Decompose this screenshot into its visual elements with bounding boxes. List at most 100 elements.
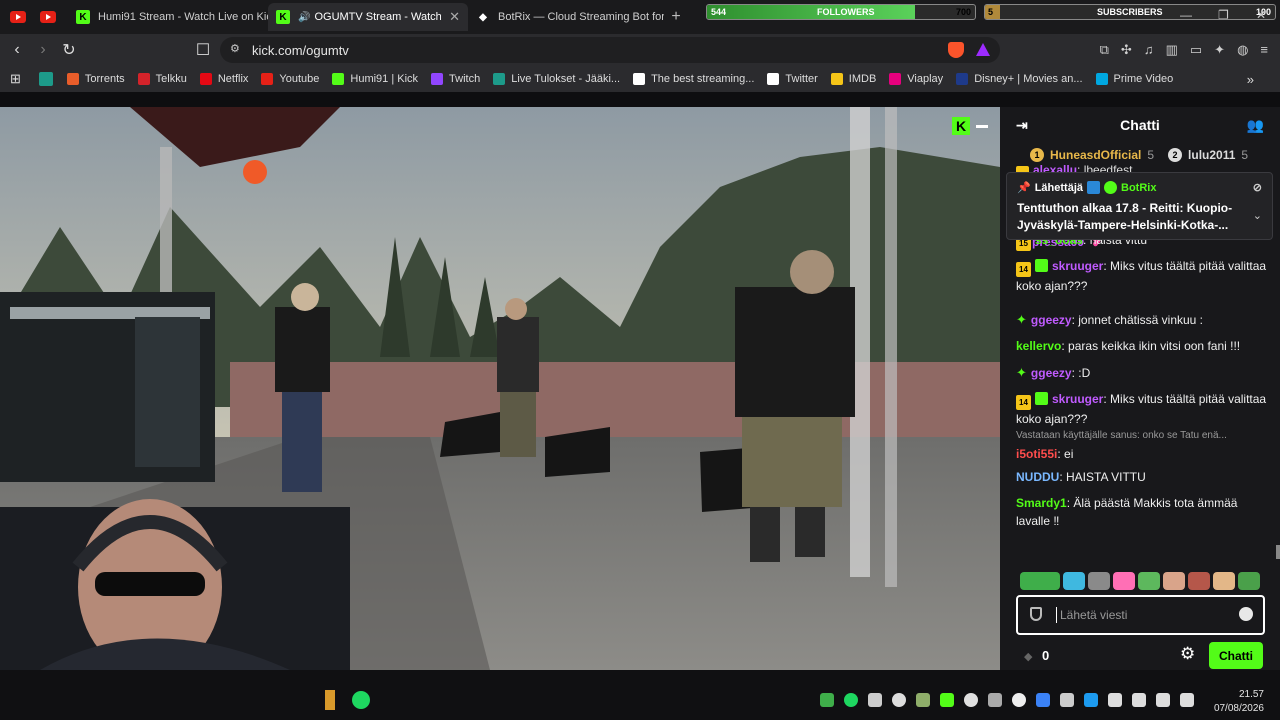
bookmark-imdb[interactable]: IMDB — [830, 73, 876, 85]
chat-message: Vastataan käyttäjälle sanus: onko se Tat… — [1016, 427, 1268, 463]
bookmark-prime[interactable]: Prime Video — [1095, 73, 1173, 85]
message-user[interactable]: i5oti55i — [1016, 447, 1057, 461]
wallet-icon[interactable]: ▭ — [1190, 42, 1202, 58]
message-user[interactable]: kellervo — [1016, 339, 1061, 353]
tray-network-icon[interactable] — [1108, 693, 1122, 707]
leader-1-name[interactable]: HuneasdOfficial — [1050, 148, 1141, 162]
tracker-icon[interactable] — [38, 72, 53, 86]
message-user[interactable]: NUDDU — [1016, 470, 1059, 484]
music-icon[interactable]: ♫ — [1144, 42, 1154, 58]
reload-button[interactable]: ↻ — [56, 37, 82, 63]
emote-smile-icon[interactable] — [1213, 572, 1235, 590]
pinned-tab-youtube-1[interactable] — [6, 8, 30, 26]
volume-icon[interactable] — [1180, 693, 1194, 707]
apps-grid-icon[interactable]: ⊞ — [10, 71, 21, 87]
bookmark-icon[interactable]: ☐ — [190, 37, 216, 63]
chat-message-input[interactable]: Lähetä viesti — [1016, 595, 1265, 635]
tray-cloud-icon[interactable] — [892, 693, 906, 707]
bookmark-kick[interactable]: Humi91 | Kick — [332, 73, 418, 85]
bookmark-label: Youtube — [279, 73, 320, 85]
chat-users-icon[interactable]: 👥 — [1247, 117, 1264, 134]
emote-angry-icon[interactable] — [1188, 572, 1210, 590]
tray-steam-icon[interactable] — [964, 693, 978, 707]
tray-bluetooth-icon[interactable] — [1036, 693, 1050, 707]
message-user[interactable]: Smardy1 — [1016, 496, 1067, 510]
tray-phone-icon[interactable] — [1060, 693, 1074, 707]
new-tab-button[interactable]: + — [664, 8, 688, 26]
bookmark-netflix[interactable]: Netflix — [199, 73, 248, 85]
bookmark-youtube[interactable]: Youtube — [261, 73, 319, 85]
emote-rock-icon[interactable] — [1088, 572, 1110, 590]
url-field[interactable]: ⚙ kick.com/ogumtv — [220, 37, 1000, 63]
tab-botrix[interactable]: ◆ BotRix — Cloud Streaming Bot for Tw — [468, 3, 664, 31]
send-chat-button[interactable]: Chatti — [1209, 642, 1263, 669]
tray-discord-icon[interactable] — [868, 693, 882, 707]
message-user[interactable]: skruuger — [1052, 392, 1103, 406]
emote-leaf-icon[interactable] — [1238, 572, 1260, 590]
bookmark-disney[interactable]: Disney+ | Movies an... — [956, 73, 1083, 85]
more-bookmarks-icon[interactable]: » — [1247, 72, 1254, 87]
extensions-icon[interactable]: ✣ — [1121, 42, 1132, 58]
tray-app-icon[interactable] — [820, 693, 834, 707]
bookmark-torrent[interactable]: Torrents — [66, 73, 125, 85]
close-window-button[interactable]: ✕ — [1256, 8, 1266, 22]
emote-pepe-icon[interactable] — [1138, 572, 1160, 590]
subscribers-current: 5 — [988, 7, 994, 17]
sidebar-icon[interactable]: ▥ — [1166, 42, 1178, 58]
chat-message: 14 skruuger: Miks vitus täältä pitää vali… — [1016, 257, 1268, 295]
mic-icon[interactable] — [1132, 693, 1146, 707]
bookmark-telkku[interactable]: Telkku — [137, 73, 187, 85]
emote-face-icon[interactable] — [1163, 572, 1185, 590]
vpn-icon[interactable]: ◍ — [1237, 42, 1248, 58]
bookmark-twitch[interactable]: Twitch — [431, 73, 480, 85]
taskbar-app-icon[interactable] — [325, 690, 335, 710]
bookmark-streaming[interactable]: The best streaming... — [633, 73, 754, 85]
message-user[interactable]: skruuger — [1052, 259, 1103, 273]
menu-icon[interactable]: ≡ — [1260, 42, 1268, 58]
pinned-message[interactable]: 📌 Lähettäjä BotRix ⊘ Tenttuthon alkaa 17… — [1006, 172, 1273, 240]
subscribers-goal-bar: 5 SUBSCRIBERS 100 — [984, 4, 1276, 20]
chat-scrollbar[interactable] — [1276, 545, 1280, 559]
bookmark-x[interactable]: Twitter — [767, 73, 818, 85]
close-tab-icon[interactable]: ✕ — [449, 9, 460, 25]
minimize-button[interactable]: — — [1180, 8, 1192, 22]
leader-2-name[interactable]: lulu2011 — [1188, 148, 1235, 162]
tab-humi91[interactable]: K Humi91 Stream - Watch Live on Kick — [68, 3, 268, 31]
reply-context[interactable]: Vastataan käyttäjälle sanus: onko se Tat… — [1016, 427, 1268, 445]
bookmark-viaplay[interactable]: Viaplay — [889, 73, 943, 85]
monitor-icon[interactable] — [1156, 693, 1170, 707]
back-button[interactable]: ‹ — [4, 37, 30, 63]
tray-chat-icon[interactable] — [1012, 693, 1026, 707]
emote-heart-icon[interactable] — [1113, 572, 1135, 590]
message-text: ei — [1064, 447, 1074, 461]
emote-frog-icon[interactable] — [1020, 572, 1060, 590]
brave-rewards-icon[interactable] — [976, 43, 990, 56]
tray-play-icon[interactable] — [940, 693, 954, 707]
system-clock[interactable]: 21.57 07/08/2026 — [1214, 688, 1264, 716]
leo-icon[interactable]: ✦ — [1214, 42, 1225, 58]
expand-pinned-icon[interactable]: ⌄ — [1253, 209, 1262, 222]
maximize-button[interactable]: ❐ — [1218, 8, 1229, 22]
site-info-icon[interactable]: ⚙ — [230, 42, 240, 55]
pinned-tab-youtube-2[interactable] — [36, 8, 60, 26]
message-user[interactable]: ggeezy — [1031, 313, 1072, 327]
video-player[interactable]: K — [0, 107, 1000, 670]
spotify-icon[interactable] — [352, 691, 370, 709]
brave-shield-icon[interactable] — [948, 42, 964, 58]
emote-cat-icon[interactable] — [1063, 572, 1085, 590]
emoji-picker-icon[interactable] — [1239, 607, 1253, 621]
chat-settings-icon[interactable]: ⚙ — [1180, 644, 1195, 664]
tray-misc-icon[interactable] — [988, 693, 1002, 707]
tray-spotify-icon[interactable] — [844, 693, 858, 707]
tab-ogumtv[interactable]: K 🔊 OGUMTV Stream - Watch Live ✕ — [268, 3, 468, 31]
translate-icon[interactable]: ⧉ — [1100, 42, 1109, 58]
message-user[interactable]: ggeezy — [1031, 366, 1072, 380]
tray-wifi-icon[interactable] — [916, 693, 930, 707]
system-tray — [820, 693, 1194, 707]
forward-button[interactable]: › — [30, 37, 56, 63]
hide-pinned-icon[interactable]: ⊘ — [1253, 181, 1262, 194]
bookmark-live[interactable]: Live Tulokset - Jääki... — [493, 73, 620, 85]
pinned-author[interactable]: BotRix — [1121, 182, 1156, 194]
tray-edge-icon[interactable] — [1084, 693, 1098, 707]
collapse-chat-icon[interactable]: ⇥ — [1016, 117, 1028, 134]
